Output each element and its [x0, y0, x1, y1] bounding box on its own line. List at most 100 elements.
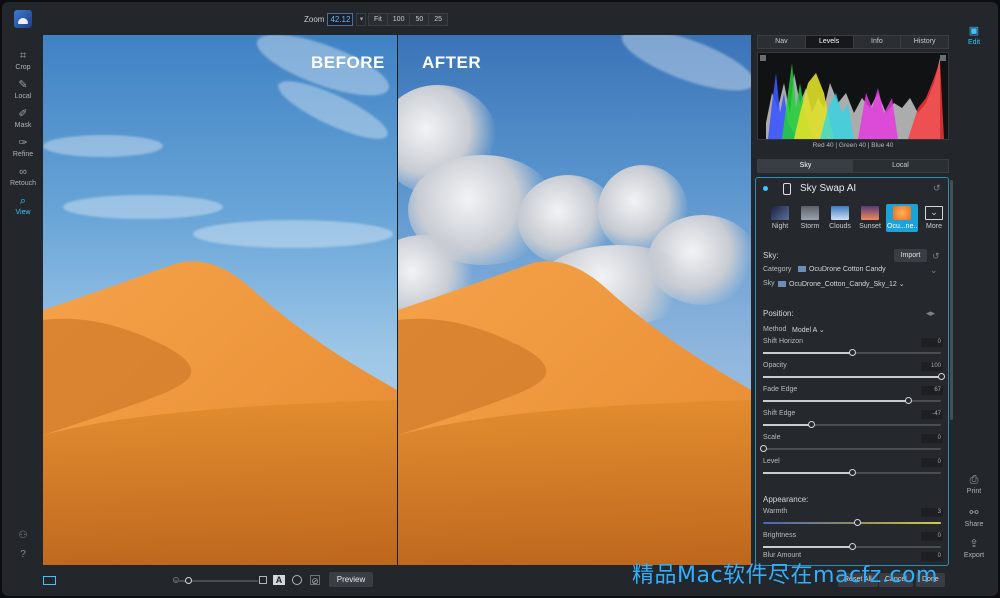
- slider-knob[interactable]: [853, 519, 861, 526]
- slider-value[interactable]: 3: [921, 508, 943, 517]
- slider-track[interactable]: [763, 349, 941, 356]
- slider-shift-horizon[interactable]: Shift Horizon 0: [763, 338, 943, 362]
- slider-value[interactable]: 0: [921, 434, 943, 443]
- zoom-preset-50[interactable]: 50: [409, 13, 430, 26]
- share-icon: ⚯: [969, 507, 979, 519]
- preset-clouds[interactable]: Clouds: [826, 206, 854, 232]
- slider-track[interactable]: [759, 445, 941, 452]
- refine-brush-icon: ✑: [18, 137, 28, 149]
- slider-value[interactable]: 0: [921, 458, 943, 467]
- circle-mask-icon[interactable]: [292, 575, 302, 585]
- chevron-down-icon[interactable]: ⌄: [930, 265, 938, 276]
- preset-night[interactable]: Night: [766, 206, 794, 232]
- preset-ocudrone[interactable]: Ocu...ne...: [886, 204, 918, 232]
- before-label: BEFORE: [311, 53, 385, 72]
- user-settings-icon[interactable]: ⚇: [17, 530, 29, 542]
- compare-view-icon[interactable]: [43, 576, 56, 585]
- auto-mask-icon[interactable]: A: [273, 575, 285, 585]
- photo-canvas[interactable]: BEFORE AFTER: [43, 35, 751, 565]
- preset-label: Clouds: [829, 223, 851, 230]
- preset-thumb: [831, 206, 849, 220]
- sky-thumb-icon: [798, 266, 806, 272]
- zoom-preset-25[interactable]: 25: [428, 13, 449, 26]
- tool-view[interactable]: ⌕ View: [2, 191, 44, 220]
- tool-export[interactable]: ⇪ Export: [960, 539, 988, 560]
- slider-shift-edge[interactable]: Shift Edge -47: [763, 410, 943, 434]
- module-header[interactable]: Sky Swap AI ↺: [756, 178, 948, 200]
- preset-more[interactable]: ⌄ More: [920, 206, 948, 232]
- zoom-preset-100[interactable]: 100: [386, 13, 411, 26]
- more-chevron-icon: ⌄: [925, 206, 943, 220]
- tool-crop[interactable]: ⌗ Crop: [2, 46, 44, 75]
- slider-value[interactable]: 67: [921, 386, 943, 395]
- tool-retouch[interactable]: ∞ Retouch: [2, 162, 44, 191]
- slider-track[interactable]: [763, 469, 941, 476]
- stepper-arrows-icon[interactable]: ◂▸: [926, 308, 935, 319]
- slider-knob[interactable]: [807, 421, 815, 428]
- slider-track[interactable]: [763, 421, 941, 428]
- slider-knob[interactable]: [759, 445, 767, 452]
- slider-label: Scale: [763, 434, 781, 441]
- tab-info[interactable]: Info: [854, 36, 902, 48]
- slider-knob[interactable]: [937, 373, 945, 380]
- mask-overlay-icon[interactable]: ⊘: [310, 575, 320, 586]
- slider-level[interactable]: Level 0: [763, 458, 943, 482]
- slider-label: Brightness: [763, 532, 797, 539]
- tool-local[interactable]: ✎ Local: [2, 75, 44, 104]
- chevron-down-icon[interactable]: ▾: [356, 13, 367, 26]
- slider-opacity[interactable]: Opacity 100: [763, 362, 945, 386]
- zoom-preset-fit[interactable]: Fit: [368, 13, 388, 26]
- tab-local[interactable]: Local: [853, 160, 948, 172]
- reset-icon[interactable]: ↺: [932, 251, 940, 262]
- slider-knob[interactable]: [185, 577, 192, 584]
- tool-refine[interactable]: ✑ Refine: [2, 133, 44, 162]
- tool-mask[interactable]: ✐ Mask: [2, 104, 44, 133]
- slider-knob[interactable]: [848, 543, 856, 550]
- slider-track[interactable]: [763, 543, 941, 550]
- slider-track[interactable]: [763, 519, 941, 526]
- after-pane: AFTER: [398, 35, 751, 565]
- module-enable-toggle[interactable]: [763, 186, 768, 191]
- panel-scrollbar[interactable]: [950, 180, 953, 420]
- view-zoom-icon: ⌕: [19, 195, 27, 207]
- reset-icon[interactable]: ↺: [933, 183, 941, 194]
- right-panel: Nav Levels Info History Red 40 | Green 4…: [755, 32, 951, 566]
- sky-select[interactable]: OcuDrone_Cotton_Candy_Sky_12 ⌄: [778, 280, 905, 288]
- slider-fade-edge[interactable]: Fade Edge 67: [763, 386, 943, 410]
- tab-history[interactable]: History: [901, 36, 948, 48]
- slider-label: Shift Edge: [763, 410, 796, 417]
- preset-label: Sunset: [859, 223, 881, 230]
- slider-value[interactable]: 0: [921, 532, 943, 541]
- help-icon[interactable]: ?: [17, 549, 29, 561]
- after-label: AFTER: [422, 53, 482, 72]
- slider-knob[interactable]: [905, 397, 913, 404]
- tab-nav[interactable]: Nav: [758, 36, 806, 48]
- preview-button[interactable]: Preview: [329, 572, 373, 587]
- zoom-presets: Fit 100 50 25: [368, 13, 449, 26]
- slider-fill: [763, 472, 852, 474]
- category-select[interactable]: OcuDrone Cotton Candy: [798, 266, 886, 273]
- tool-edit[interactable]: ▣ Edit: [960, 26, 988, 47]
- zoom-input[interactable]: 42.12: [327, 13, 354, 26]
- slider-value[interactable]: 100: [921, 362, 943, 371]
- method-select[interactable]: Model A ⌄: [792, 326, 825, 334]
- preset-thumb: [893, 206, 911, 220]
- import-button[interactable]: Import: [894, 249, 927, 262]
- tool-share[interactable]: ⚯ Share: [960, 507, 988, 529]
- slider-knob[interactable]: [848, 469, 856, 476]
- slider-track[interactable]: [763, 397, 941, 404]
- tab-levels[interactable]: Levels: [805, 36, 854, 48]
- preset-storm[interactable]: Storm: [796, 206, 824, 232]
- slider-knob[interactable]: [848, 349, 856, 356]
- tab-sky[interactable]: Sky: [758, 160, 853, 172]
- tool-print[interactable]: ⎙ Print: [960, 475, 988, 496]
- brush-size-slider[interactable]: [174, 577, 258, 584]
- slider-value[interactable]: -47: [921, 410, 943, 419]
- slider-scale[interactable]: Scale 0: [759, 434, 943, 458]
- slider-warmth[interactable]: Warmth 3: [763, 508, 943, 532]
- method-label: Method: [763, 326, 787, 333]
- square-icon[interactable]: [259, 576, 267, 584]
- slider-value[interactable]: 0: [921, 338, 943, 347]
- preset-sunset[interactable]: Sunset: [856, 206, 884, 232]
- slider-track[interactable]: [763, 373, 945, 380]
